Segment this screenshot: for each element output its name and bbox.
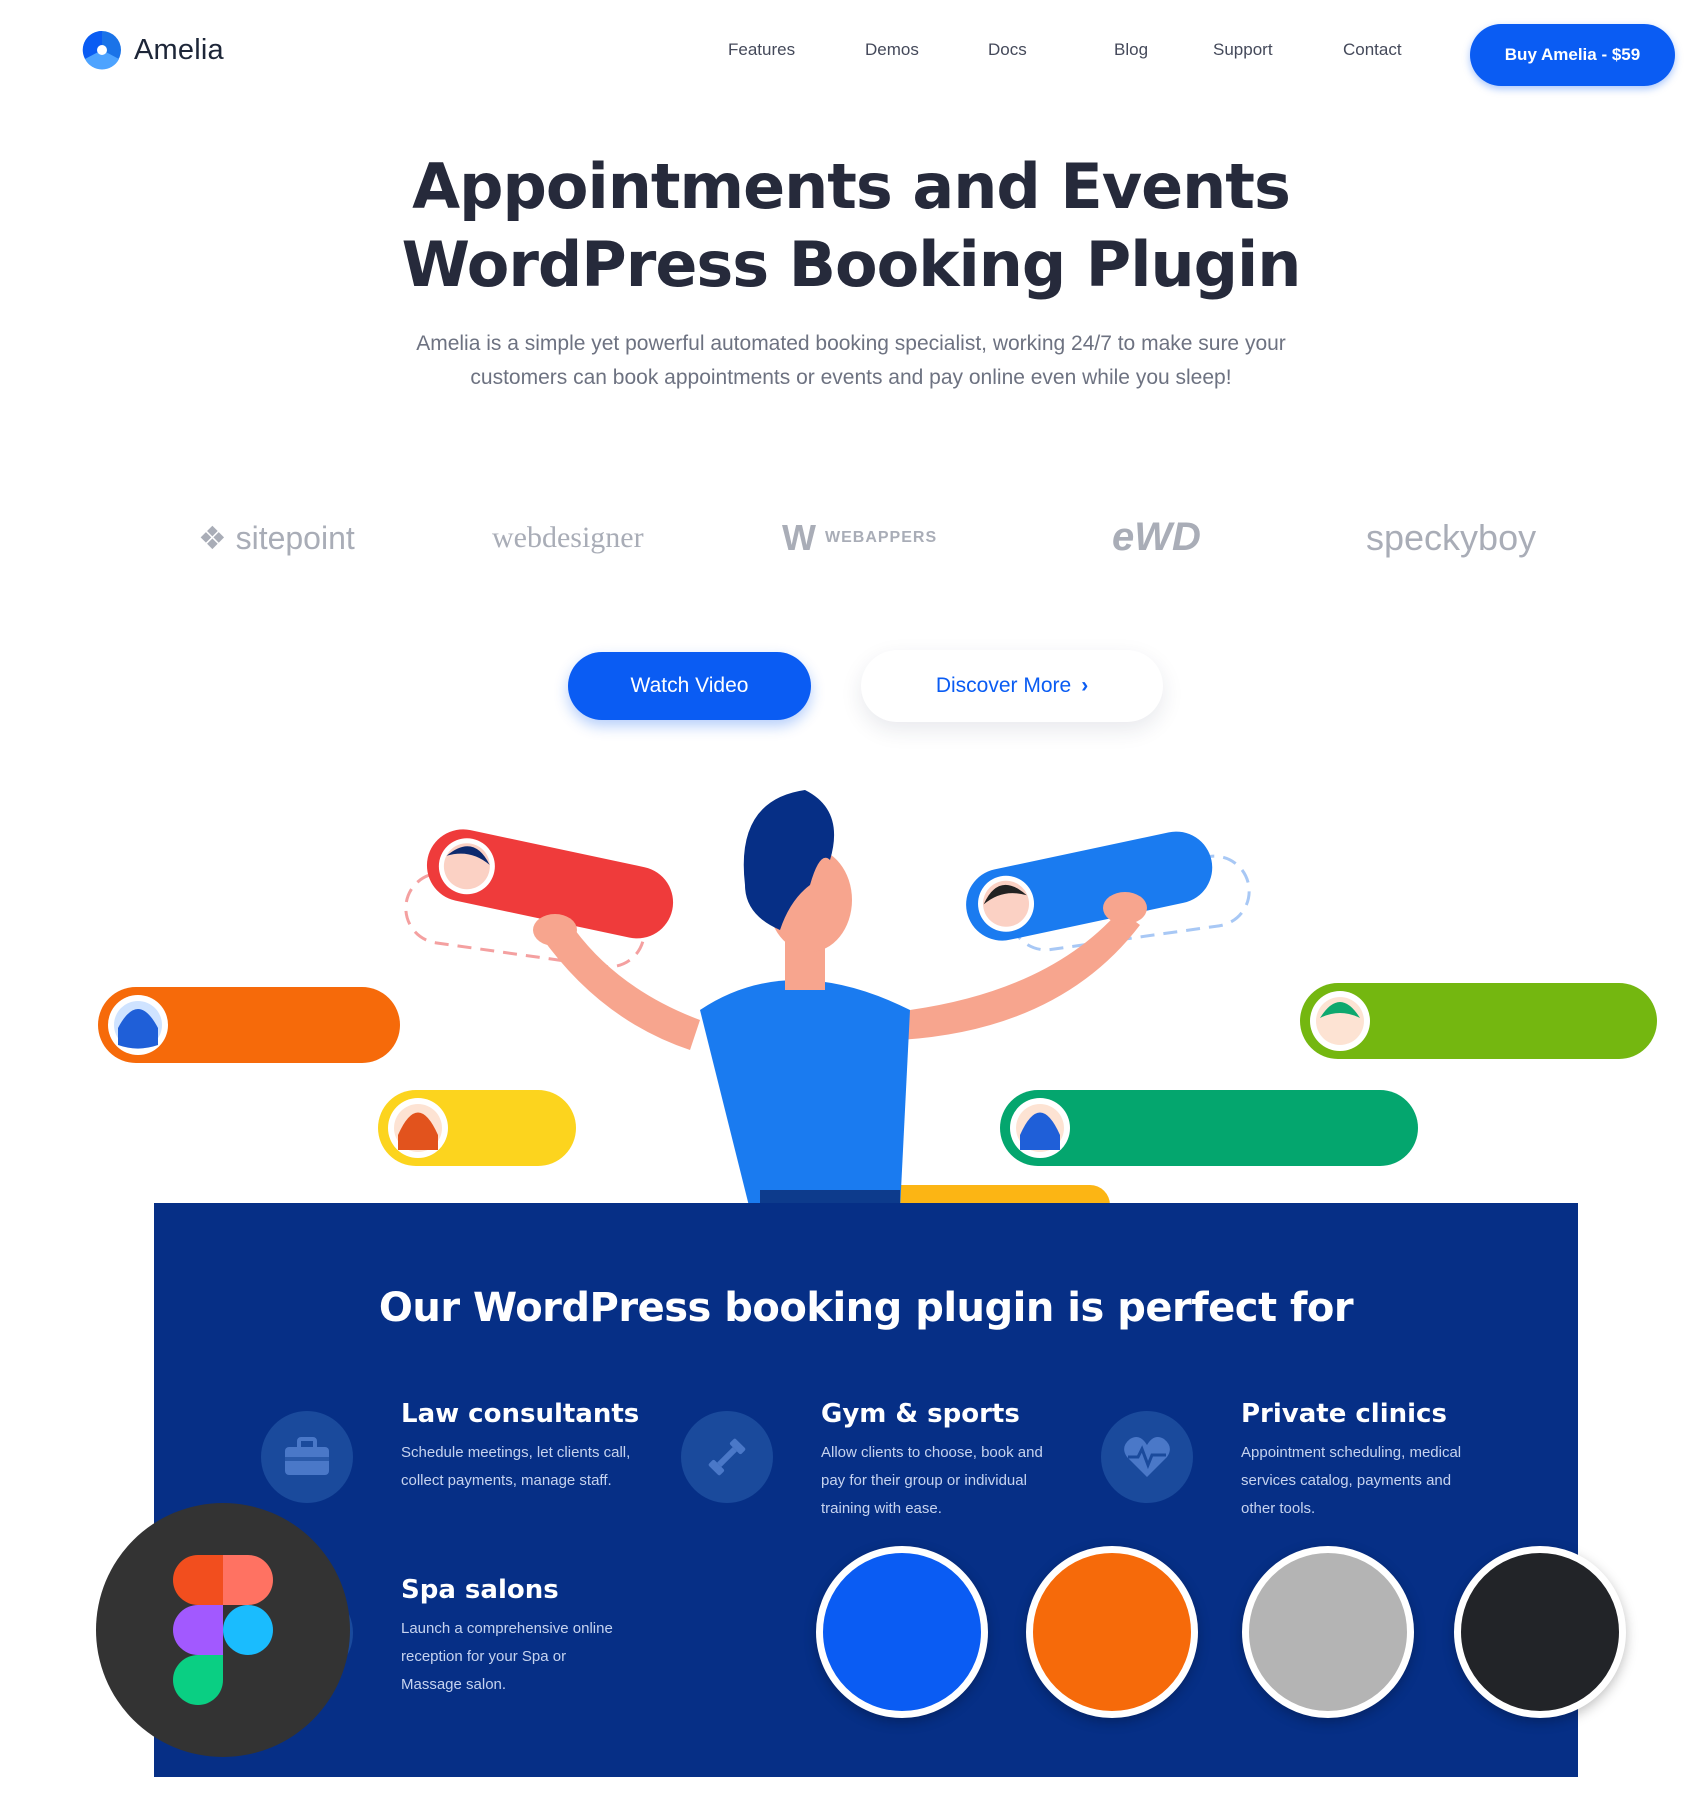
hero-subtitle: Amelia is a simple yet powerful automate… <box>416 332 1286 389</box>
partner-logos: ❖ sitepoint webdesigner W WEBAPPERS eWD s… <box>0 515 1702 565</box>
sitepoint-icon: ❖ <box>198 520 236 556</box>
hero-title-line1: Appointments and Events <box>412 150 1291 223</box>
partner-name: sitepoint <box>235 520 355 556</box>
section-title: Our WordPress booking plugin is perfect … <box>378 1285 1354 1331</box>
feature-title: Spa salons <box>401 1575 559 1605</box>
hero-illustration <box>98 790 1657 1210</box>
heartbeat-icon <box>1101 1411 1193 1503</box>
briefcase-icon <box>261 1411 353 1503</box>
logo[interactable]: Amelia <box>80 28 224 72</box>
feature-text: Allow clients to choose, book and pay fo… <box>821 1444 1043 1517</box>
discover-more-button[interactable]: Discover More › <box>861 650 1163 722</box>
webappers-w-icon: W <box>782 517 817 558</box>
partner-name: speckyboy <box>1366 517 1537 558</box>
feature-spa-salons: Spa salons Launch a comprehensive online… <box>261 1575 761 1699</box>
nav-demos[interactable]: Demos <box>865 40 919 60</box>
feature-text: Schedule meetings, let clients call, col… <box>401 1444 631 1489</box>
partner-logo-webdesigner: webdesigner <box>492 521 644 555</box>
partner-name: eWD <box>1112 515 1201 559</box>
nav-features[interactable]: Features <box>728 40 795 60</box>
hero-title: Appointments and Events WordPress Bookin… <box>0 148 1702 304</box>
color-swatch-blue <box>816 1546 988 1718</box>
buy-amelia-button[interactable]: Buy Amelia - $59 <box>1470 24 1675 86</box>
feature-title: Private clinics <box>1241 1399 1447 1429</box>
color-swatch-dark <box>1454 1546 1626 1718</box>
nav-support[interactable]: Support <box>1213 40 1273 60</box>
partner-logo-webappers: W WEBAPPERS <box>782 517 937 559</box>
nav-docs[interactable]: Docs <box>988 40 1027 60</box>
chevron-right-icon: › <box>1081 674 1089 697</box>
color-swatch-orange <box>1026 1546 1198 1718</box>
nav-contact[interactable]: Contact <box>1343 40 1402 60</box>
dumbbell-icon <box>681 1411 773 1503</box>
partner-logo-speckyboy: speckyboy <box>1366 517 1536 559</box>
discover-more-label: Discover More <box>935 674 1072 697</box>
partner-logo-ewd: eWD <box>1112 515 1201 560</box>
feature-text: Appointment scheduling, medical services… <box>1241 1444 1462 1517</box>
watch-video-button[interactable]: Watch Video <box>568 652 811 720</box>
color-swatch-gray <box>1242 1546 1414 1718</box>
logo-text: Amelia <box>134 33 224 66</box>
hero-title-line2: WordPress Booking Plugin <box>401 228 1302 301</box>
blue-pill <box>966 831 1213 941</box>
feature-text: Launch a comprehensive online reception … <box>401 1620 613 1693</box>
partner-logo-sitepoint: ❖ sitepoint <box>198 519 355 557</box>
amelia-logo-icon <box>82 30 121 70</box>
partner-name: webdesigner <box>492 521 644 554</box>
partner-name: WEBAPPERS <box>824 529 938 546</box>
nav-blog[interactable]: Blog <box>1114 40 1148 60</box>
figma-icon <box>96 1503 350 1757</box>
feature-private-clinics: Private clinics Appointment scheduling, … <box>1101 1399 1601 1523</box>
